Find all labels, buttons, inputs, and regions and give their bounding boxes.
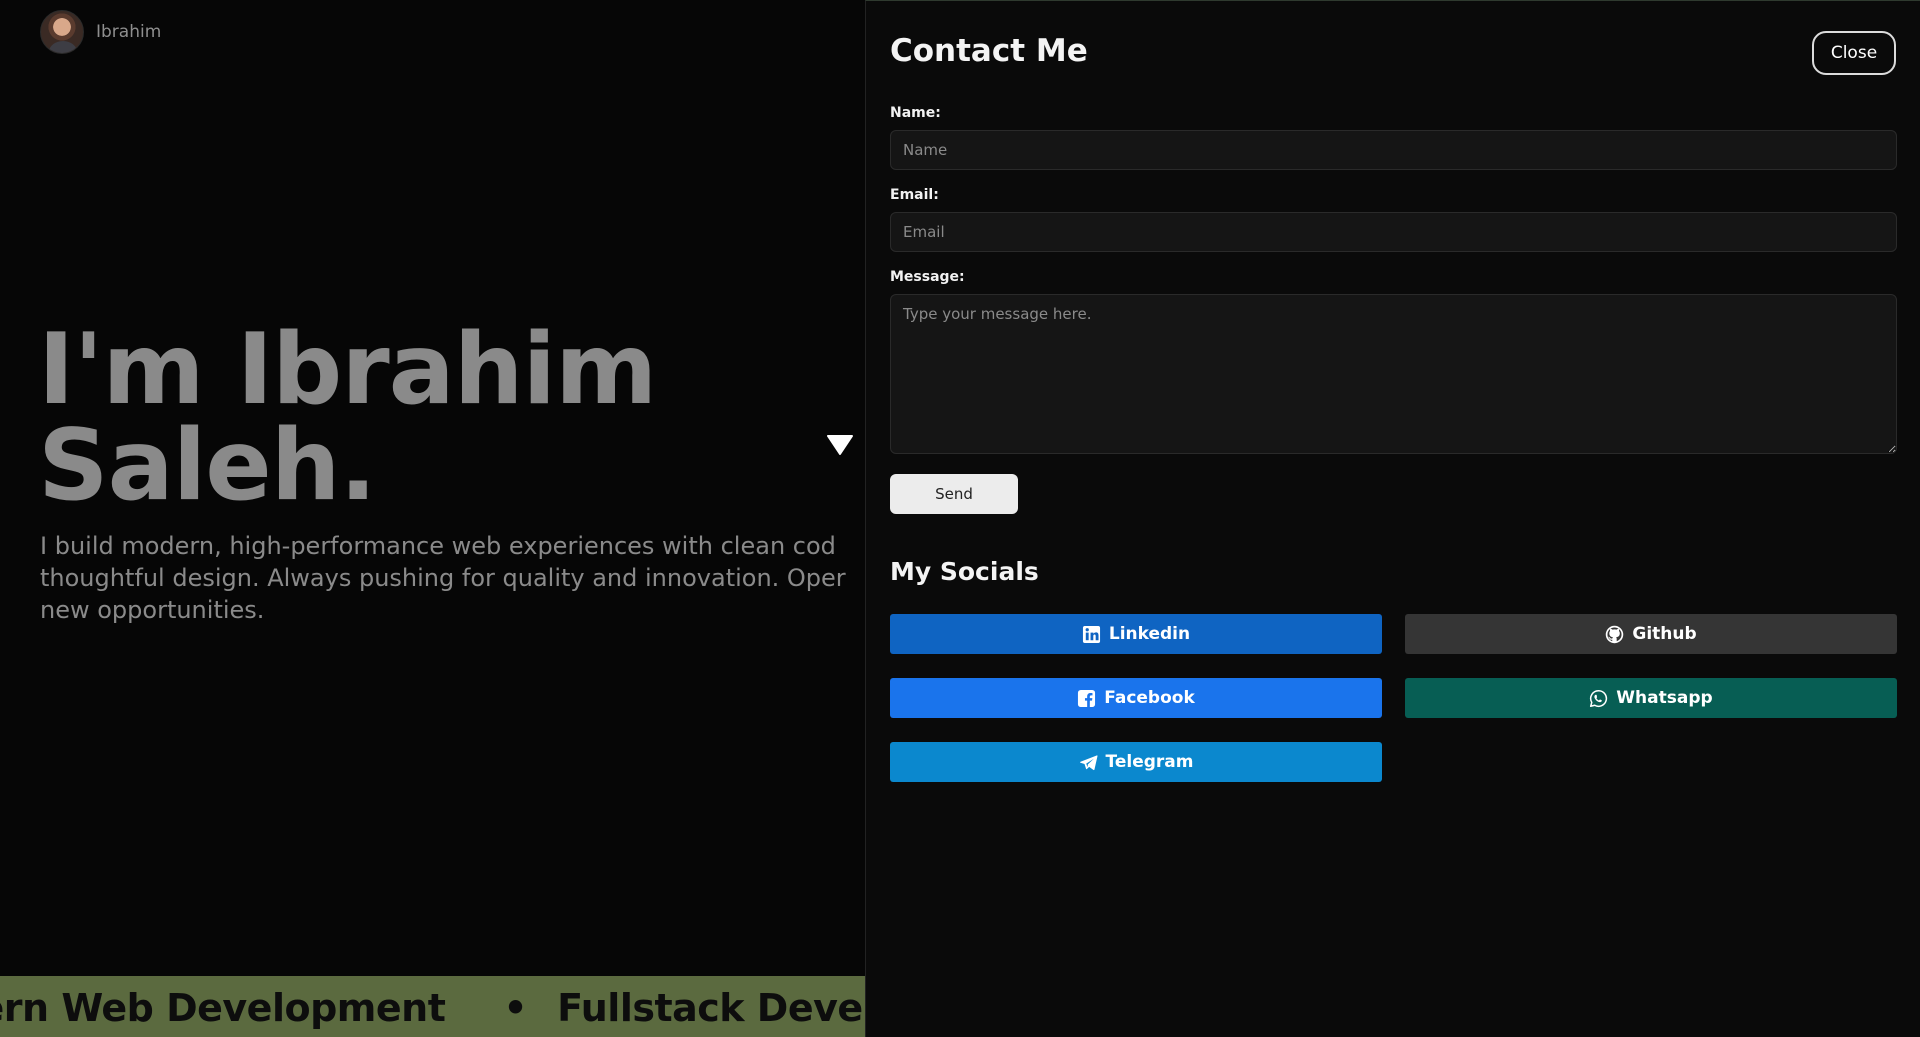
message-label: Message: <box>890 269 965 285</box>
name-label: Name: <box>890 105 941 121</box>
telegram-icon <box>1079 754 1097 770</box>
github-button[interactable]: Github <box>1405 614 1897 654</box>
facebook-label: Facebook <box>1104 688 1195 708</box>
avatar <box>40 10 84 54</box>
socials-title: My Socials <box>890 557 1039 586</box>
marquee-track: lern Web Development • Fullstack Develop <box>0 986 865 1030</box>
facebook-icon <box>1078 689 1096 707</box>
marquee-separator: • <box>503 986 528 1030</box>
send-button[interactable]: Send <box>890 474 1018 514</box>
linkedin-label: Linkedin <box>1108 624 1191 644</box>
github-label: Github <box>1632 624 1697 644</box>
whatsapp-button[interactable]: Whatsapp <box>1405 678 1897 718</box>
brand-name: Ibrahim <box>96 22 162 42</box>
page: Ibrahim I'm Ibrahim Saleh. I build moder… <box>0 0 1920 1037</box>
message-field[interactable] <box>890 294 1897 454</box>
whatsapp-label: Whatsapp <box>1616 688 1713 708</box>
linkedin-button[interactable]: Linkedin <box>890 614 1382 654</box>
contact-panel: Contact Me Close Name: Email: Message: S… <box>865 0 1920 1037</box>
hero-title-line2: Saleh. <box>38 409 377 523</box>
contact-title: Contact Me <box>890 33 1088 69</box>
name-field[interactable] <box>890 130 1897 170</box>
telegram-label: Telegram <box>1105 752 1194 772</box>
github-icon <box>1606 625 1624 643</box>
email-label: Email: <box>890 187 939 203</box>
close-button[interactable]: Close <box>1812 31 1896 75</box>
brand[interactable]: Ibrahim <box>40 10 161 54</box>
whatsapp-icon <box>1590 689 1608 707</box>
hero-description: I build modern, high-performance web exp… <box>40 532 846 624</box>
cursor-icon <box>827 435 853 455</box>
linkedin-icon <box>1082 625 1100 643</box>
marquee-item: Fullstack Develop <box>557 986 865 1030</box>
hero-section: Ibrahim I'm Ibrahim Saleh. I build moder… <box>0 0 865 1037</box>
telegram-button[interactable]: Telegram <box>890 742 1382 782</box>
hero-title: I'm Ibrahim Saleh. <box>38 313 657 523</box>
email-field[interactable] <box>890 212 1897 252</box>
marquee-item: lern Web Development <box>0 986 446 1030</box>
facebook-button[interactable]: Facebook <box>890 678 1382 718</box>
hero-title-line1: I'm Ibrahim <box>38 313 657 427</box>
skills-marquee: lern Web Development • Fullstack Develop <box>0 976 865 1037</box>
